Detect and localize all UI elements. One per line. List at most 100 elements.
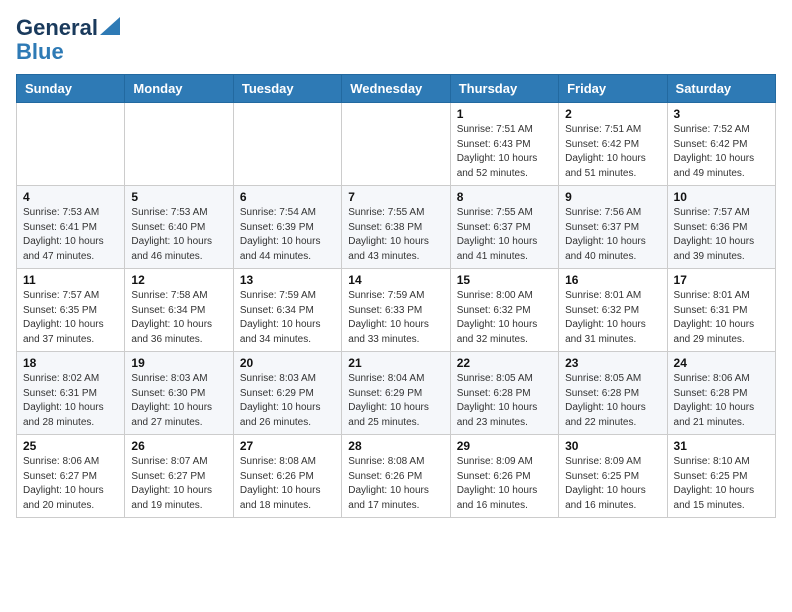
calendar-day-header: Thursday [450,75,558,103]
day-number: 17 [674,273,769,287]
calendar-cell: 5 Sunrise: 7:53 AM Sunset: 6:40 PM Daylig… [125,186,233,269]
calendar-cell: 23 Sunrise: 8:05 AM Sunset: 6:28 PM Dayli… [559,352,667,435]
day-number: 10 [674,190,769,204]
day-number: 3 [674,107,769,121]
day-number: 12 [131,273,226,287]
calendar-cell: 25 Sunrise: 8:06 AM Sunset: 6:27 PM Dayli… [17,435,125,518]
day-number: 23 [565,356,660,370]
calendar-day-header: Wednesday [342,75,450,103]
calendar-cell: 29Sunrise: 8:09 AM Sunset: 6:26 PM Dayli… [450,435,558,518]
calendar-cell: 17 Sunrise: 8:01 AM Sunset: 6:31 PM Dayli… [667,269,775,352]
day-number: 5 [131,190,226,204]
day-number: 11 [23,273,118,287]
day-info: Sunrise: 7:52 AM Sunset: 6:42 PM Dayligh… [674,123,769,181]
day-number: 22 [457,356,552,370]
day-info: Sunrise: 7:53 AM Sunset: 6:40 PM Dayligh… [131,206,226,264]
calendar-cell: 3 Sunrise: 7:52 AM Sunset: 6:42 PM Daylig… [667,103,775,186]
calendar-cell: 13Sunrise: 7:59 AM Sunset: 6:34 PM Dayli… [233,269,341,352]
page-header: General Blue [16,16,776,64]
day-number: 8 [457,190,552,204]
calendar-cell [125,103,233,186]
calendar-cell: 28Sunrise: 8:08 AM Sunset: 6:26 PM Dayli… [342,435,450,518]
calendar-cell: 9 Sunrise: 7:56 AM Sunset: 6:37 PM Daylig… [559,186,667,269]
calendar-cell: 4 Sunrise: 7:53 AM Sunset: 6:41 PM Daylig… [17,186,125,269]
calendar-cell: 24Sunrise: 8:06 AM Sunset: 6:28 PM Dayli… [667,352,775,435]
day-info: Sunrise: 7:57 AM Sunset: 6:36 PM Dayligh… [674,206,769,264]
calendar-cell: 26Sunrise: 8:07 AM Sunset: 6:27 PM Dayli… [125,435,233,518]
calendar-table: SundayMondayTuesdayWednesdayThursdayFrid… [16,74,776,518]
day-info: Sunrise: 8:06 AM Sunset: 6:27 PM Dayligh… [23,455,118,513]
calendar-cell [342,103,450,186]
day-info: Sunrise: 8:05 AM Sunset: 6:28 PM Dayligh… [457,372,552,430]
day-number: 25 [23,439,118,453]
calendar-cell: 22 Sunrise: 8:05 AM Sunset: 6:28 PM Dayli… [450,352,558,435]
day-number: 2 [565,107,660,121]
logo-text-general: General [16,16,98,40]
day-info: Sunrise: 7:53 AM Sunset: 6:41 PM Dayligh… [23,206,118,264]
day-number: 4 [23,190,118,204]
day-info: Sunrise: 8:01 AM Sunset: 6:31 PM Dayligh… [674,289,769,347]
day-number: 20 [240,356,335,370]
calendar-cell: 2 Sunrise: 7:51 AM Sunset: 6:42 PM Daylig… [559,103,667,186]
day-info: Sunrise: 7:58 AM Sunset: 6:34 PM Dayligh… [131,289,226,347]
calendar-cell [233,103,341,186]
day-number: 14 [348,273,443,287]
day-info: Sunrise: 7:59 AM Sunset: 6:33 PM Dayligh… [348,289,443,347]
calendar-cell: 8 Sunrise: 7:55 AM Sunset: 6:37 PM Daylig… [450,186,558,269]
day-info: Sunrise: 7:55 AM Sunset: 6:38 PM Dayligh… [348,206,443,264]
calendar-cell: 31Sunrise: 8:10 AM Sunset: 6:25 PM Dayli… [667,435,775,518]
calendar-cell: 6Sunrise: 7:54 AM Sunset: 6:39 PM Daylig… [233,186,341,269]
day-info: Sunrise: 8:03 AM Sunset: 6:29 PM Dayligh… [240,372,335,430]
day-info: Sunrise: 7:57 AM Sunset: 6:35 PM Dayligh… [23,289,118,347]
day-number: 16 [565,273,660,287]
day-info: Sunrise: 8:09 AM Sunset: 6:25 PM Dayligh… [565,455,660,513]
calendar-week-row: 1 Sunrise: 7:51 AM Sunset: 6:43 PM Daylig… [17,103,776,186]
day-info: Sunrise: 7:55 AM Sunset: 6:37 PM Dayligh… [457,206,552,264]
day-info: Sunrise: 8:02 AM Sunset: 6:31 PM Dayligh… [23,372,118,430]
day-info: Sunrise: 7:56 AM Sunset: 6:37 PM Dayligh… [565,206,660,264]
calendar-cell: 15 Sunrise: 8:00 AM Sunset: 6:32 PM Dayli… [450,269,558,352]
day-number: 9 [565,190,660,204]
calendar-day-header: Friday [559,75,667,103]
calendar-cell: 21Sunrise: 8:04 AM Sunset: 6:29 PM Dayli… [342,352,450,435]
calendar-cell: 27 Sunrise: 8:08 AM Sunset: 6:26 PM Dayli… [233,435,341,518]
calendar-cell: 30 Sunrise: 8:09 AM Sunset: 6:25 PM Dayli… [559,435,667,518]
calendar-day-header: Monday [125,75,233,103]
day-info: Sunrise: 8:01 AM Sunset: 6:32 PM Dayligh… [565,289,660,347]
calendar-week-row: 4 Sunrise: 7:53 AM Sunset: 6:41 PM Daylig… [17,186,776,269]
calendar-day-header: Saturday [667,75,775,103]
calendar-cell: 10 Sunrise: 7:57 AM Sunset: 6:36 PM Dayli… [667,186,775,269]
day-info: Sunrise: 8:05 AM Sunset: 6:28 PM Dayligh… [565,372,660,430]
calendar-header-row: SundayMondayTuesdayWednesdayThursdayFrid… [17,75,776,103]
day-info: Sunrise: 7:54 AM Sunset: 6:39 PM Dayligh… [240,206,335,264]
day-number: 26 [131,439,226,453]
day-number: 30 [565,439,660,453]
day-number: 7 [348,190,443,204]
day-number: 15 [457,273,552,287]
day-number: 18 [23,356,118,370]
day-number: 1 [457,107,552,121]
calendar-cell: 19Sunrise: 8:03 AM Sunset: 6:30 PM Dayli… [125,352,233,435]
calendar-cell [17,103,125,186]
day-info: Sunrise: 8:09 AM Sunset: 6:26 PM Dayligh… [457,455,552,513]
calendar-week-row: 11 Sunrise: 7:57 AM Sunset: 6:35 PM Dayli… [17,269,776,352]
calendar-cell: 11 Sunrise: 7:57 AM Sunset: 6:35 PM Dayli… [17,269,125,352]
logo-arrow-icon [100,17,120,35]
calendar-cell: 7 Sunrise: 7:55 AM Sunset: 6:38 PM Daylig… [342,186,450,269]
day-info: Sunrise: 7:59 AM Sunset: 6:34 PM Dayligh… [240,289,335,347]
calendar-cell: 14 Sunrise: 7:59 AM Sunset: 6:33 PM Dayli… [342,269,450,352]
day-number: 27 [240,439,335,453]
day-number: 28 [348,439,443,453]
day-number: 24 [674,356,769,370]
calendar-week-row: 25 Sunrise: 8:06 AM Sunset: 6:27 PM Dayli… [17,435,776,518]
day-info: Sunrise: 8:04 AM Sunset: 6:29 PM Dayligh… [348,372,443,430]
day-info: Sunrise: 7:51 AM Sunset: 6:42 PM Dayligh… [565,123,660,181]
day-number: 19 [131,356,226,370]
calendar-day-header: Sunday [17,75,125,103]
calendar-cell: 20 Sunrise: 8:03 AM Sunset: 6:29 PM Dayli… [233,352,341,435]
calendar-cell: 16 Sunrise: 8:01 AM Sunset: 6:32 PM Dayli… [559,269,667,352]
day-info: Sunrise: 8:00 AM Sunset: 6:32 PM Dayligh… [457,289,552,347]
calendar-cell: 18 Sunrise: 8:02 AM Sunset: 6:31 PM Dayli… [17,352,125,435]
day-info: Sunrise: 8:08 AM Sunset: 6:26 PM Dayligh… [240,455,335,513]
day-info: Sunrise: 7:51 AM Sunset: 6:43 PM Dayligh… [457,123,552,181]
